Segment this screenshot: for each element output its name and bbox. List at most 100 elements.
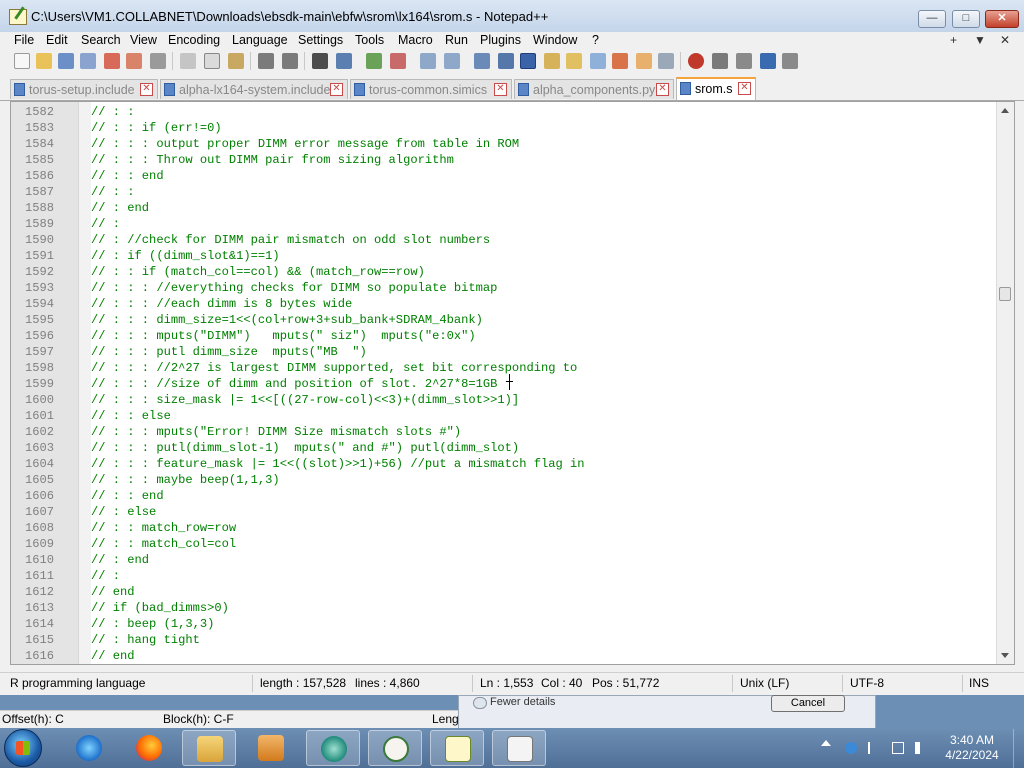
save-icon[interactable] xyxy=(58,53,74,69)
line-text[interactable]: // : //check for DIMM pair mismatch on o… xyxy=(91,232,490,248)
open-file-icon[interactable] xyxy=(36,53,52,69)
sync-horizontal-scroll-icon[interactable] xyxy=(444,53,460,69)
show-desktop-button[interactable] xyxy=(1013,729,1024,768)
scroll-up-arrow-icon[interactable] xyxy=(1001,108,1009,113)
zoom-out-icon[interactable] xyxy=(390,53,406,69)
network-icon[interactable] xyxy=(892,742,904,754)
line-text[interactable]: // : else xyxy=(91,504,156,520)
fewer-details-link[interactable]: Fewer details xyxy=(490,696,555,708)
menu-edit[interactable]: Edit xyxy=(46,33,68,47)
line-text[interactable]: // : : if (match_col==col) && (match_row… xyxy=(91,264,425,280)
maximize-button[interactable]: □ xyxy=(952,10,980,28)
line-text[interactable]: // : : : mputs("DIMM") mputs(" siz") mpu… xyxy=(91,328,476,344)
code-editor[interactable]: 1582 // : : 1583 // : : if (err!=0) 1584 // :… xyxy=(10,101,1015,665)
line-text[interactable]: // : : end xyxy=(91,168,164,184)
tab-close-icon[interactable]: ✕ xyxy=(330,83,343,96)
line-text[interactable]: // end xyxy=(91,584,135,600)
line-text[interactable]: // : : xyxy=(91,104,135,120)
line-text[interactable]: // : : : //each dimm is 8 bytes wide xyxy=(91,296,352,312)
line-text[interactable]: // : : : //everything checks for DIMM so… xyxy=(91,280,497,296)
document-list-icon[interactable] xyxy=(590,53,606,69)
menu-tools[interactable]: Tools xyxy=(355,33,384,47)
taskbar-notepadpp[interactable] xyxy=(430,730,484,766)
sync-vertical-scroll-icon[interactable] xyxy=(420,53,436,69)
show-hidden-icons-icon[interactable] xyxy=(821,740,831,746)
line-text[interactable]: // : : : size_mask |= 1<<[((27-row-col)<… xyxy=(91,392,519,408)
record-macro-icon[interactable] xyxy=(688,53,704,69)
indent-guide-icon[interactable] xyxy=(520,53,536,69)
line-text[interactable]: // end xyxy=(91,648,135,664)
undo-icon[interactable] xyxy=(258,53,274,69)
copy-icon[interactable] xyxy=(204,53,220,69)
close-document-icon[interactable]: ✕ xyxy=(1000,33,1010,47)
scrollbar-thumb[interactable] xyxy=(999,287,1011,301)
line-text[interactable]: // : : : dimm_size=1<<(col+row+3+sub_ban… xyxy=(91,312,483,328)
menu-run[interactable]: Run xyxy=(445,33,468,47)
tab-close-icon[interactable]: ✕ xyxy=(656,83,669,96)
menu-macro[interactable]: Macro xyxy=(398,33,433,47)
status-eol-format[interactable]: Unix (LF) xyxy=(740,676,789,690)
line-text[interactable]: // : xyxy=(91,216,120,232)
line-text[interactable]: // : : : mputs("Error! DIMM Size mismatc… xyxy=(91,424,461,440)
folder-as-workspace-icon[interactable] xyxy=(636,53,652,69)
line-text[interactable]: // : if ((dimm_slot&1)==1) xyxy=(91,248,280,264)
line-text[interactable]: // : : if (err!=0) xyxy=(91,120,222,136)
function-list-icon[interactable] xyxy=(612,53,628,69)
menu-help[interactable]: ? xyxy=(592,33,599,47)
action-center-flag-icon[interactable] xyxy=(868,742,882,754)
tab-srom[interactable]: srom.s ✕ xyxy=(676,77,756,100)
status-encoding[interactable]: UTF-8 xyxy=(850,676,884,690)
taskbar-firefox[interactable] xyxy=(122,730,176,766)
tab-close-icon[interactable]: ✕ xyxy=(738,82,751,95)
zoom-in-icon[interactable] xyxy=(366,53,382,69)
line-text[interactable]: // : : : //2^27 is largest DIMM supporte… xyxy=(91,360,577,376)
show-all-characters-icon[interactable] xyxy=(498,53,514,69)
close-button[interactable]: ✕ xyxy=(985,10,1019,28)
tab-torus-common[interactable]: torus-common.simics ✕ xyxy=(350,79,512,99)
menu-encoding[interactable]: Encoding xyxy=(168,33,220,47)
stop-macro-icon[interactable] xyxy=(712,53,728,69)
word-wrap-icon[interactable] xyxy=(474,53,490,69)
line-text[interactable]: // : : : //size of dimm and position of … xyxy=(91,376,497,392)
minimize-button[interactable]: — xyxy=(918,10,946,28)
menu-view[interactable]: View xyxy=(130,33,157,47)
redo-icon[interactable] xyxy=(282,53,298,69)
new-file-icon[interactable] xyxy=(14,53,30,69)
tab-list-dropdown-icon[interactable]: ▼ xyxy=(974,33,986,47)
line-text[interactable]: // : beep (1,3,3) xyxy=(91,616,214,632)
tab-torus-setup[interactable]: torus-setup.include ✕ xyxy=(10,79,158,99)
menu-settings[interactable]: Settings xyxy=(298,33,343,47)
line-text[interactable]: // : : : output proper DIMM error messag… xyxy=(91,136,519,152)
replace-icon[interactable] xyxy=(336,53,352,69)
paste-icon[interactable] xyxy=(228,53,244,69)
line-text[interactable]: // : hang tight xyxy=(91,632,200,648)
monitoring-eye-icon[interactable] xyxy=(658,53,674,69)
new-tab-plus-icon[interactable]: + xyxy=(950,33,957,47)
taskbar-media-player[interactable] xyxy=(244,730,298,766)
start-button-icon[interactable] xyxy=(4,729,42,767)
network-sync-icon[interactable] xyxy=(845,742,857,754)
document-map-icon[interactable] xyxy=(566,53,582,69)
line-text[interactable]: // : : : putl dimm_size mputs("MB ") xyxy=(91,344,367,360)
cut-icon[interactable] xyxy=(180,53,196,69)
close-all-icon[interactable] xyxy=(126,53,142,69)
line-text[interactable]: // : : match_col=col xyxy=(91,536,236,552)
tab-alpha-lx164-system[interactable]: alpha-lx164-system.include ✕ xyxy=(160,79,348,99)
line-text[interactable]: // : : : feature_mask |= 1<<((slot)>>1)+… xyxy=(91,456,585,472)
line-text[interactable]: // : : match_row=row xyxy=(91,520,236,536)
playback-macro-icon[interactable] xyxy=(736,53,752,69)
title-bar[interactable]: C:\Users\VM1.COLLABNET\Downloads\ebsdk-m… xyxy=(0,0,1024,32)
taskbar-file-explorer[interactable] xyxy=(182,730,236,766)
find-icon[interactable] xyxy=(312,53,328,69)
taskbar-hxd[interactable] xyxy=(492,730,546,766)
menu-language[interactable]: Language xyxy=(232,33,288,47)
line-text[interactable]: // : : : putl(dimm_slot-1) mputs(" and #… xyxy=(91,440,519,456)
status-insert-mode[interactable]: INS xyxy=(969,676,989,690)
line-text[interactable]: // : : end xyxy=(91,488,164,504)
menu-search[interactable]: Search xyxy=(81,33,121,47)
line-text[interactable]: // : : : Throw out DIMM pair from sizing… xyxy=(91,152,454,168)
menu-plugins[interactable]: Plugins xyxy=(480,33,521,47)
user-defined-language-icon[interactable] xyxy=(544,53,560,69)
scroll-down-arrow-icon[interactable] xyxy=(1001,653,1009,658)
line-text[interactable]: // : : : maybe beep(1,1,3) xyxy=(91,472,280,488)
